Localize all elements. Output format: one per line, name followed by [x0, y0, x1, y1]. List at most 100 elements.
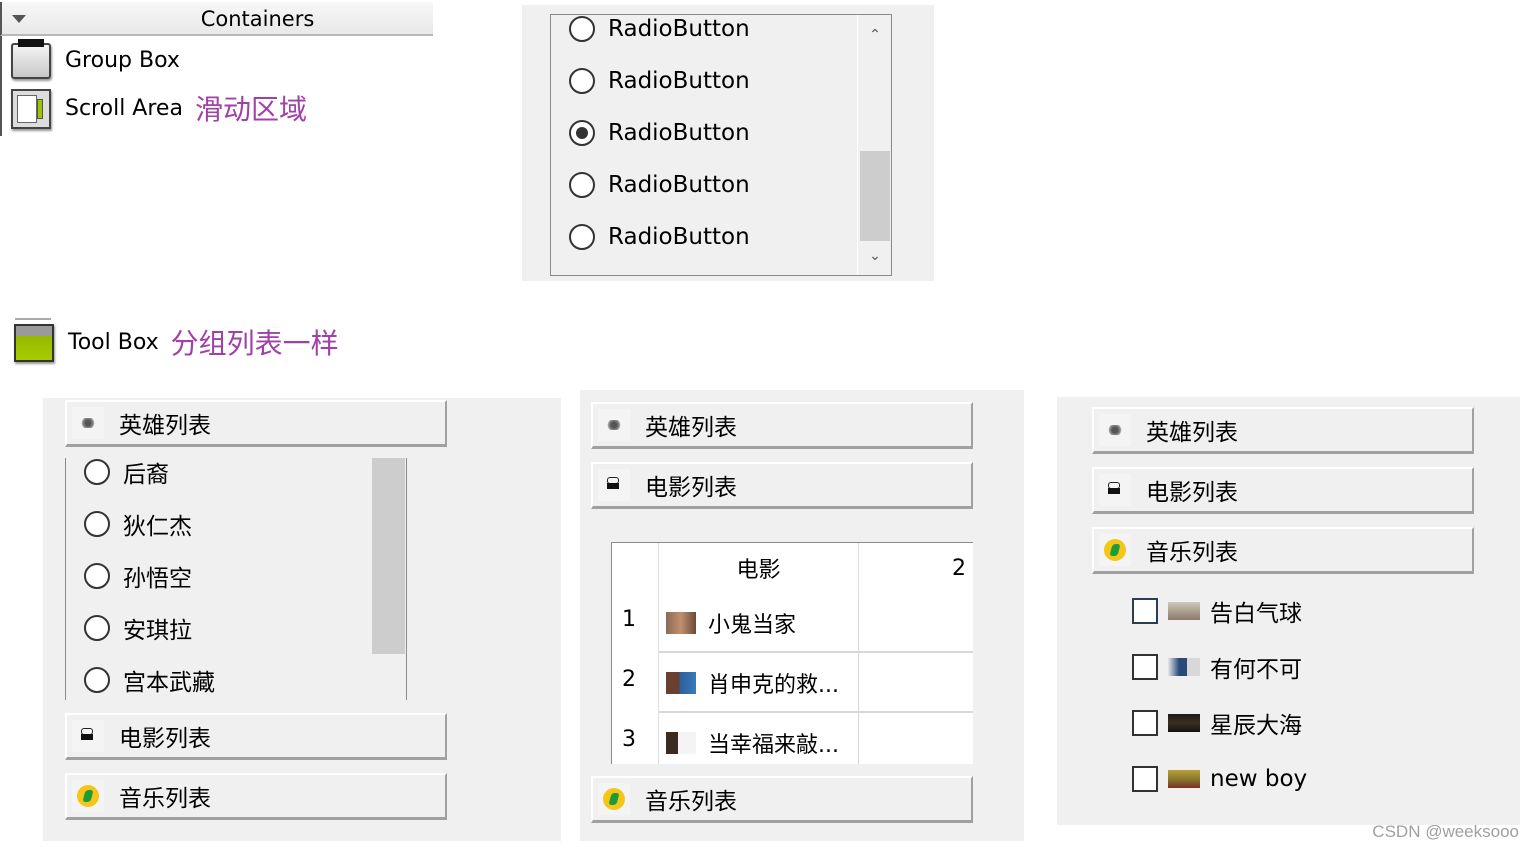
- radio-indicator[interactable]: [84, 459, 110, 485]
- movie-camera-icon: [598, 469, 630, 501]
- table-cell-title[interactable]: 肖申克的救...: [659, 653, 859, 713]
- scroll-area-frame: RadioButton RadioButton RadioButton Radi…: [550, 14, 892, 276]
- song-title: 有何不可: [1210, 657, 1302, 683]
- movie-camera-icon: [72, 720, 104, 752]
- tab-label: 英雄列表: [119, 413, 211, 439]
- radio-indicator-checked[interactable]: [569, 120, 595, 146]
- song-checkbox-item[interactable]: 有何不可: [1132, 647, 1302, 687]
- hero-radio[interactable]: 狄仁杰: [84, 504, 192, 544]
- radio-label: RadioButton: [608, 120, 750, 146]
- radio-indicator[interactable]: [84, 511, 110, 537]
- column-header-2[interactable]: 2: [859, 543, 973, 593]
- tab-label: 电影列表: [645, 475, 737, 501]
- movie-poster-thumbnail: [666, 612, 696, 634]
- tab-label: 英雄列表: [1146, 420, 1238, 446]
- hero-label: 狄仁杰: [123, 514, 192, 540]
- column-header-movie[interactable]: 电影: [659, 543, 859, 593]
- radio-indicator[interactable]: [569, 16, 595, 42]
- movie-title: 当幸福来敲...: [708, 733, 839, 758]
- widget-category-header[interactable]: Containers: [0, 2, 433, 36]
- table-cell-title[interactable]: 当幸福来敲...: [659, 713, 859, 764]
- tab-hero-list[interactable]: 英雄列表: [591, 402, 973, 449]
- hero-radio[interactable]: 安琪拉: [84, 608, 192, 648]
- hero-radio[interactable]: 后裔: [84, 458, 169, 492]
- movie-title: 肖申克的救...: [708, 673, 839, 698]
- radio-button-5[interactable]: RadioButton: [569, 217, 750, 257]
- movie-camera-icon: [1099, 474, 1131, 506]
- radio-indicator[interactable]: [569, 224, 595, 250]
- radio-button-3[interactable]: RadioButton: [569, 113, 750, 153]
- checkbox[interactable]: [1132, 766, 1158, 792]
- song-cover-thumbnail: [1168, 658, 1200, 676]
- tab-label: 电影列表: [119, 726, 211, 752]
- widget-item-scroll-area[interactable]: Scroll Area 滑动区域: [0, 86, 307, 130]
- tab-music-list[interactable]: 音乐列表: [591, 776, 973, 823]
- annotation-tool-box: 分组列表一样: [170, 327, 339, 360]
- radio-indicator[interactable]: [84, 563, 110, 589]
- radio-label: RadioButton: [608, 16, 750, 42]
- radio-button-2[interactable]: RadioButton: [569, 61, 750, 101]
- hero-icon: [72, 407, 104, 439]
- song-title: 告白气球: [1210, 601, 1302, 627]
- vertical-scrollbar[interactable]: ⌃ ⌄: [857, 15, 891, 275]
- hero-icon: [1099, 414, 1131, 446]
- checkbox[interactable]: [1132, 654, 1158, 680]
- watermark: CSDN @weeksooo: [1372, 822, 1519, 841]
- radio-indicator[interactable]: [84, 615, 110, 641]
- table-cell[interactable]: [859, 653, 973, 713]
- annotation-scroll-area: 滑动区域: [194, 93, 307, 126]
- hero-radio[interactable]: 孙悟空: [84, 556, 192, 596]
- song-cover-thumbnail: [1168, 602, 1200, 620]
- row-number: 1: [622, 607, 636, 632]
- table-cell-title[interactable]: 小鬼当家: [659, 593, 859, 653]
- tab-label: 音乐列表: [119, 786, 211, 812]
- song-cover-thumbnail: [1168, 770, 1200, 788]
- tab-music-list[interactable]: 音乐列表: [1092, 527, 1474, 574]
- music-note-icon: [1099, 534, 1131, 566]
- song-title: 星辰大海: [1210, 713, 1302, 739]
- category-title: Containers: [200, 7, 315, 31]
- checkbox[interactable]: [1132, 598, 1158, 624]
- hero-label: 安琪拉: [123, 618, 192, 644]
- vertical-scrollbar[interactable]: [372, 458, 406, 700]
- tab-label: 音乐列表: [1146, 540, 1238, 566]
- tab-hero-list[interactable]: 英雄列表: [65, 400, 447, 447]
- hero-radio[interactable]: 宫本武藏: [84, 660, 215, 700]
- movie-table: 电影 2 1 小鬼当家 2 肖申克的救... 3 当幸福来敲...: [611, 542, 973, 764]
- movie-poster-thumbnail: [666, 672, 696, 694]
- tab-label: 音乐列表: [645, 789, 737, 815]
- radio-indicator[interactable]: [569, 172, 595, 198]
- row-number: 3: [622, 727, 636, 752]
- radio-label: RadioButton: [608, 224, 750, 250]
- scroll-down-icon[interactable]: ⌄: [858, 241, 891, 271]
- row-number: 2: [622, 667, 636, 692]
- hero-label: 宫本武藏: [123, 670, 215, 696]
- radio-indicator[interactable]: [569, 68, 595, 94]
- movie-poster-thumbnail: [666, 732, 696, 754]
- tab-movie-list[interactable]: 电影列表: [1092, 467, 1474, 514]
- tab-movie-list[interactable]: 电影列表: [65, 713, 447, 760]
- radio-label: RadioButton: [608, 172, 750, 198]
- hero-list-scroll-area: 后裔 狄仁杰 孙悟空 安琪拉 宫本武藏: [65, 458, 407, 700]
- hero-label: 后裔: [123, 462, 169, 488]
- tab-hero-list[interactable]: 英雄列表: [1092, 407, 1474, 454]
- table-cell[interactable]: [859, 593, 973, 653]
- music-note-icon: [72, 780, 104, 812]
- widget-item-group-box[interactable]: Group Box: [0, 38, 180, 82]
- radio-indicator[interactable]: [84, 667, 110, 693]
- radio-button-4[interactable]: RadioButton: [569, 165, 750, 205]
- radio-button-1[interactable]: RadioButton: [569, 15, 750, 49]
- tab-music-list[interactable]: 音乐列表: [65, 773, 447, 820]
- checkbox[interactable]: [1132, 710, 1158, 736]
- scrollbar-thumb[interactable]: [860, 151, 890, 241]
- widget-item-label: Scroll Area: [65, 95, 183, 121]
- song-checkbox-item[interactable]: new boy: [1132, 759, 1307, 799]
- song-checkbox-item[interactable]: 星辰大海: [1132, 703, 1302, 743]
- widget-item-label: Tool Box: [68, 329, 159, 355]
- song-checkbox-item[interactable]: 告白气球: [1132, 591, 1302, 631]
- scroll-up-icon[interactable]: ⌃: [858, 20, 891, 50]
- widget-item-tool-box[interactable]: Tool Box 分组列表一样: [68, 322, 339, 362]
- table-cell[interactable]: [859, 713, 973, 764]
- scrollbar-thumb[interactable]: [372, 458, 405, 654]
- tab-movie-list[interactable]: 电影列表: [591, 462, 973, 509]
